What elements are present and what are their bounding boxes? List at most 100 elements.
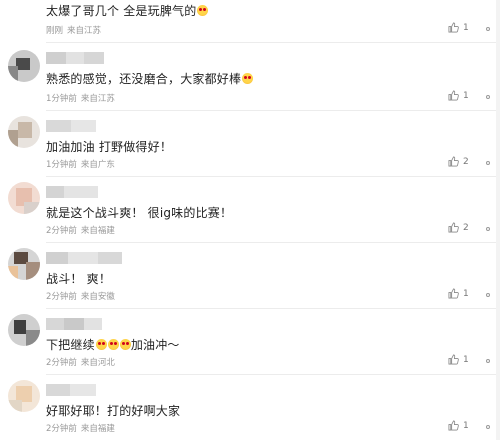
scrollbar[interactable] (496, 0, 500, 440)
more-options-icon (486, 293, 490, 297)
more-options-icon (486, 27, 490, 31)
comment-item: 战斗！ 爽！ 2分钟前 来自安徽 1 (0, 244, 500, 309)
comment-item: 下把继续 加油冲～ 2分钟前 来自河北 1 (0, 310, 500, 375)
comment-meta: 2分钟前 来自河北 (46, 356, 115, 368)
comment-time: 1分钟前 (46, 160, 77, 170)
comment-location: 来自安徽 (80, 292, 115, 302)
comment-text: 加油加油 打野做得好！ (46, 138, 172, 155)
comment-text-body-end: 加油冲～ (130, 338, 180, 352)
like-count: 1 (463, 22, 469, 33)
more-options-icon (486, 425, 490, 429)
comment-text: 就是这个战斗爽！ 很ig味的比赛！ (46, 204, 232, 221)
avatar[interactable] (8, 50, 40, 82)
more-options-icon (486, 95, 490, 99)
avatar[interactable] (8, 314, 40, 346)
comment-text: 太爆了哥几个 全是玩脾气的 (46, 2, 209, 19)
comment-text-body: 好耶好耶！打的好啊大家 (46, 404, 181, 418)
avatar[interactable] (8, 182, 40, 214)
thumbs-up-icon (448, 288, 459, 299)
comment-location: 来自江苏 (80, 94, 115, 104)
username-blurred[interactable] (46, 252, 122, 264)
comment-location: 来自福建 (80, 424, 115, 434)
comment-text-body: 下把继续 (46, 338, 95, 352)
comment-location: 来自江苏 (67, 26, 102, 36)
avatar[interactable] (8, 248, 40, 280)
like-button[interactable]: 1 (448, 22, 469, 33)
more-options-button[interactable] (482, 224, 494, 234)
comment-meta: 2分钟前 来自安徽 (46, 290, 115, 302)
comment-time: 2分钟前 (46, 226, 77, 236)
more-options-button[interactable] (482, 290, 494, 300)
username-blurred[interactable] (46, 384, 96, 396)
thumbs-up-icon (448, 22, 459, 33)
more-options-button[interactable] (482, 422, 494, 432)
username-blurred[interactable] (46, 318, 102, 330)
comment-time: 刚刚 (46, 26, 64, 36)
more-options-button[interactable] (482, 158, 494, 168)
heart-eyes-emoji-icon (197, 5, 209, 16)
like-count: 1 (463, 420, 469, 431)
comment-meta: 2分钟前 来自福建 (46, 422, 115, 434)
comment-time: 2分钟前 (46, 424, 77, 434)
like-button[interactable]: 1 (448, 288, 469, 299)
comment-text: 战斗！ 爽！ (46, 270, 111, 287)
comment-time: 2分钟前 (46, 292, 77, 302)
comment-location: 来自福建 (80, 226, 115, 236)
more-options-icon (486, 359, 490, 363)
comment-item: 就是这个战斗爽！ 很ig味的比赛！ 2分钟前 来自福建 2 (0, 178, 500, 243)
comment-meta: 1分钟前 来自江苏 (46, 92, 115, 104)
comment-text: 熟悉的感觉，还没磨合，大家都好棒 (46, 70, 254, 87)
divider (46, 308, 500, 309)
divider (46, 176, 500, 177)
comment-item: 太爆了哥几个 全是玩脾气的 刚刚 来自江苏 1 (0, 0, 500, 44)
avatar[interactable] (8, 116, 40, 148)
more-options-button[interactable] (482, 24, 494, 34)
like-count: 1 (463, 90, 469, 101)
comment-location: 来自广东 (80, 160, 115, 170)
more-options-icon (486, 161, 490, 165)
divider (46, 242, 500, 243)
like-button[interactable]: 1 (448, 354, 469, 365)
divider (46, 374, 500, 375)
comment-time: 1分钟前 (46, 94, 77, 104)
more-options-button[interactable] (482, 92, 494, 102)
comment-text-body: 熟悉的感觉，还没磨合，大家都好棒 (46, 72, 242, 86)
like-button[interactable]: 2 (448, 156, 469, 167)
like-count: 1 (463, 288, 469, 299)
heart-eyes-emoji-icon (95, 339, 107, 350)
comment-meta: 刚刚 来自江苏 (46, 24, 101, 36)
comment-time: 2分钟前 (46, 358, 77, 368)
comment-text-body: 加油加油 打野做得好！ (46, 140, 173, 154)
comment-text-body: 太爆了哥几个 全是玩脾气的 (46, 4, 197, 18)
thumbs-up-icon (448, 222, 459, 233)
username-blurred[interactable] (46, 120, 96, 132)
avatar[interactable] (8, 380, 40, 412)
comment-location: 来自河北 (80, 358, 115, 368)
comment-meta: 2分钟前 来自福建 (46, 224, 115, 236)
like-count: 1 (463, 354, 469, 365)
comment-text-body: 战斗！ 爽！ (46, 272, 112, 286)
comment-item: 好耶好耶！打的好啊大家 2分钟前 来自福建 1 (0, 376, 500, 440)
more-options-button[interactable] (482, 356, 494, 366)
like-count: 2 (463, 222, 469, 233)
username-blurred[interactable] (46, 186, 98, 198)
thumbs-up-icon (448, 354, 459, 365)
thumbs-up-icon (448, 90, 459, 101)
comment-text-body: 就是这个战斗爽！ 很ig味的比赛！ (46, 206, 233, 220)
comment-text: 下把继续 加油冲～ (46, 336, 180, 353)
heart-eyes-emoji-icon (119, 339, 131, 350)
like-button[interactable]: 1 (448, 420, 469, 431)
comment-item: 加油加油 打野做得好！ 1分钟前 来自广东 2 (0, 112, 500, 177)
thumbs-up-icon (448, 420, 459, 431)
like-count: 2 (463, 156, 469, 167)
like-button[interactable]: 2 (448, 222, 469, 233)
more-options-icon (486, 227, 490, 231)
like-button[interactable]: 1 (448, 90, 469, 101)
username-blurred[interactable] (46, 52, 104, 64)
comment-feed: 太爆了哥几个 全是玩脾气的 刚刚 来自江苏 1 熟悉的感觉，还没磨合，大家都好棒 … (0, 0, 500, 440)
heart-eyes-emoji-icon (107, 339, 119, 350)
thumbs-up-icon (448, 156, 459, 167)
comment-meta: 1分钟前 来自广东 (46, 158, 115, 170)
comment-item: 熟悉的感觉，还没磨合，大家都好棒 1分钟前 来自江苏 1 (0, 44, 500, 111)
divider (46, 42, 500, 43)
